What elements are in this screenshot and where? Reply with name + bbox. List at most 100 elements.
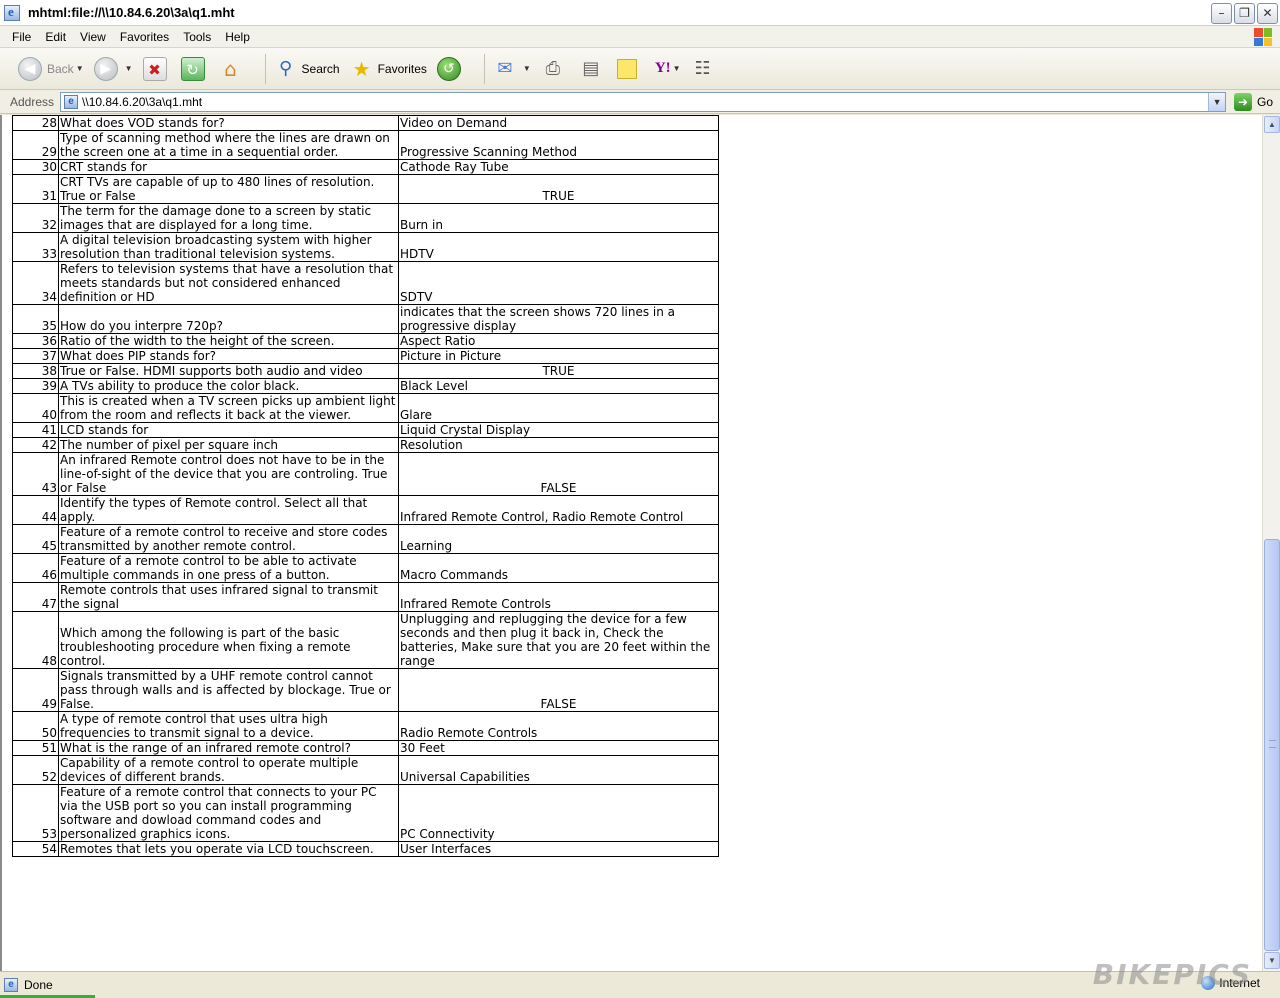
- printer-icon: ⎙: [545, 57, 561, 79]
- row-number: 44: [12, 495, 59, 525]
- research-icon: ☷: [694, 57, 711, 79]
- question-cell: Refers to television systems that have a…: [58, 261, 399, 305]
- menu-bar: File Edit View Favorites Tools Help: [0, 26, 1280, 48]
- table-row: 39 A TVs ability to produce the color bla…: [12, 378, 719, 394]
- favorites-button[interactable]: ★ Favorites: [350, 57, 427, 81]
- table-row: 32 The term for the damage done to a scre…: [12, 203, 719, 233]
- toolbar-separator: [483, 53, 485, 84]
- page-icon: e: [64, 94, 79, 109]
- scroll-up-icon[interactable]: ▲: [1264, 116, 1280, 133]
- refresh-icon: ↻: [180, 56, 205, 81]
- table-row: 43 An infrared Remote control does not ha…: [12, 452, 719, 496]
- yahoo-dropdown-icon[interactable]: ▼: [673, 64, 681, 73]
- table-row: 34 Refers to television systems that have…: [12, 261, 719, 305]
- row-number: 34: [12, 261, 59, 305]
- question-cell: Feature of a remote control to be able t…: [58, 553, 399, 583]
- question-cell: What is the range of an infrared remote …: [58, 740, 399, 756]
- question-cell: How do you interpre 720p?: [58, 304, 399, 334]
- row-number: 33: [12, 232, 59, 262]
- scroll-thumb[interactable]: [1264, 539, 1280, 951]
- answer-cell: Aspect Ratio: [398, 333, 719, 349]
- vertical-scrollbar[interactable]: ▲ ▼: [1262, 115, 1280, 971]
- stop-button[interactable]: ✖: [142, 56, 171, 81]
- question-cell: A type of remote control that uses ultra…: [58, 711, 399, 741]
- close-button[interactable]: ✕: [1257, 3, 1278, 24]
- answer-cell: User Interfaces: [398, 841, 719, 857]
- row-number: 28: [12, 115, 59, 131]
- row-number: 42: [12, 437, 59, 453]
- address-value[interactable]: \\10.84.6.20\3a\q1.mht: [82, 95, 202, 109]
- answer-cell: FALSE: [398, 668, 719, 712]
- edit-button[interactable]: ▤: [579, 57, 607, 81]
- question-cell: What does PIP stands for?: [58, 348, 399, 364]
- scroll-down-icon[interactable]: ▼: [1264, 952, 1280, 969]
- mail-button[interactable]: ✉ ▼: [493, 57, 531, 81]
- search-label: Search: [301, 61, 340, 76]
- row-number: 49: [12, 668, 59, 712]
- table-row: 30 CRT stands for Cathode Ray Tube: [12, 159, 719, 175]
- go-button[interactable]: ➜ Go: [1234, 92, 1274, 111]
- table-row: 51 What is the range of an infrared remot…: [12, 740, 719, 756]
- yahoo-button[interactable]: Y! ▼: [655, 60, 681, 77]
- search-icon: ⚲: [278, 57, 293, 79]
- title-bar: mhtml:file://\\10.84.6.20\3a\q1.mht – ❐ …: [0, 0, 1280, 26]
- home-button[interactable]: ⌂: [219, 57, 247, 81]
- row-number: 32: [12, 203, 59, 233]
- question-cell: LCD stands for: [58, 422, 399, 438]
- menu-favorites[interactable]: Favorites: [120, 30, 169, 44]
- mail-icon: ✉: [497, 57, 513, 79]
- window-title: mhtml:file://\\10.84.6.20\3a\q1.mht: [28, 5, 235, 20]
- star-icon: ★: [352, 56, 371, 81]
- print-button[interactable]: ⎙: [541, 57, 569, 81]
- windows-logo-icon: [1254, 28, 1272, 46]
- answer-cell: SDTV: [398, 261, 719, 305]
- restore-button[interactable]: ❐: [1234, 3, 1255, 24]
- menu-help[interactable]: Help: [225, 30, 250, 44]
- mail-dropdown-icon[interactable]: ▼: [523, 64, 531, 73]
- stop-icon: ✖: [142, 56, 167, 81]
- answer-cell: Radio Remote Controls: [398, 711, 719, 741]
- go-label: Go: [1257, 94, 1274, 109]
- row-number: 35: [12, 304, 59, 334]
- table-row: 49 Signals transmitted by a UHF remote co…: [12, 668, 719, 712]
- history-button[interactable]: ↺: [436, 56, 466, 81]
- table-row: 28 What does VOD stands for? Video on Dema…: [12, 115, 719, 131]
- window-controls: – ❐ ✕: [1211, 3, 1278, 24]
- search-button[interactable]: ⚲ Search: [274, 57, 340, 81]
- menu-tools[interactable]: Tools: [183, 30, 211, 44]
- address-dropdown-icon[interactable]: ▼: [1208, 92, 1226, 111]
- address-input[interactable]: e \\10.84.6.20\3a\q1.mht ▼: [60, 91, 1227, 112]
- menu-view[interactable]: View: [80, 30, 106, 44]
- row-number: 36: [12, 333, 59, 349]
- forward-arrow-icon: ▶: [93, 56, 118, 81]
- notes-button[interactable]: [616, 58, 645, 79]
- answer-cell: Video on Demand: [398, 115, 719, 131]
- menu-edit[interactable]: Edit: [45, 30, 66, 44]
- row-number: 38: [12, 363, 59, 379]
- back-dropdown-icon[interactable]: ▼: [76, 64, 84, 73]
- question-cell: An infrared Remote control does not have…: [58, 452, 399, 496]
- table-row: 46 Feature of a remote control to be able…: [12, 553, 719, 583]
- status-bar: e Done Internet: [0, 971, 1280, 998]
- research-button[interactable]: ☷: [691, 57, 719, 81]
- ie-icon: [4, 4, 20, 21]
- qa-table: 28 What does VOD stands for? Video on Dema…: [12, 115, 719, 857]
- refresh-button[interactable]: ↻: [180, 56, 209, 81]
- row-number: 41: [12, 422, 59, 438]
- table-row: 37 What does PIP stands for? Picture in Pi…: [12, 348, 719, 364]
- edit-icon: ▤: [582, 57, 600, 79]
- answer-cell: TRUE: [398, 174, 719, 204]
- home-icon: ⌂: [224, 56, 237, 81]
- forward-button[interactable]: ▶ ▼: [93, 56, 133, 81]
- row-number: 45: [12, 524, 59, 554]
- minimize-button[interactable]: –: [1211, 3, 1232, 24]
- table-row: 38 True or False. HDMI supports both audi…: [12, 363, 719, 379]
- back-button[interactable]: ◀ Back ▼: [18, 56, 84, 81]
- question-cell: CRT stands for: [58, 159, 399, 175]
- menu-file[interactable]: File: [12, 30, 31, 44]
- forward-dropdown-icon[interactable]: ▼: [125, 64, 133, 73]
- table-row: 40 This is created when a TV screen picks…: [12, 393, 719, 423]
- table-row: 53 Feature of a remote control that conne…: [12, 784, 719, 842]
- grip-icon: [1269, 740, 1276, 748]
- question-cell: Signals transmitted by a UHF remote cont…: [58, 668, 399, 712]
